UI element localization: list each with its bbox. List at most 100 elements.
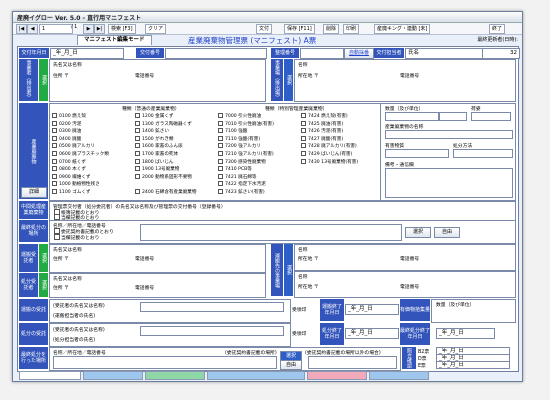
remarks-field[interactable] [385, 168, 513, 198]
harmful-field[interactable] [385, 149, 449, 158]
waste-kind-checkbox[interactable] [135, 158, 140, 164]
ref-number-field[interactable] [300, 48, 344, 59]
e-date-field[interactable]: _年_月_日 [436, 361, 510, 369]
final-place-number-field[interactable] [308, 356, 397, 369]
waste-kind-item[interactable]: 7429 ばいじん(有害) [301, 151, 352, 157]
final-select-button[interactable]: 選択 [405, 227, 431, 238]
first-page-button[interactable]: |◀ [16, 24, 27, 34]
waste-kind-item[interactable]: 0600 廃プラスチック類 [52, 151, 109, 157]
quantity-field[interactable] [385, 112, 439, 121]
waste-kind-item[interactable]: 7428 廃アルカリ(有害) [301, 143, 357, 149]
waste-kind-item[interactable]: 2400 石綿含有産業廃棄物 [135, 189, 197, 195]
this-field-checkbox-2[interactable] [54, 234, 60, 240]
waste-kind-checkbox[interactable] [52, 189, 57, 194]
waste-kind-item[interactable]: 1400 鉱さい [135, 128, 169, 134]
waste-kind-item[interactable]: 7100 強酸 [218, 128, 247, 134]
waste-kind-checkbox[interactable] [135, 128, 140, 134]
waste-kind-item[interactable]: 7200 強アルカリ [218, 143, 261, 149]
waste-kind-item[interactable]: 1700 家畜の死体 [135, 151, 178, 157]
transport-dest-select-button[interactable]: 選択 [284, 244, 293, 296]
waste-kind-checkbox[interactable] [52, 166, 57, 172]
waste-kind-checkbox[interactable] [218, 158, 223, 164]
waste-kind-item[interactable]: 7426 汚泥(有害) [301, 128, 343, 134]
save-button[interactable]: 保存 [F11] [284, 24, 315, 34]
waste-kind-checkbox[interactable] [52, 173, 57, 179]
site-select-button[interactable]: 選択 [284, 59, 293, 101]
waste-kind-item[interactable]: 0800 木くず [52, 166, 86, 172]
issuer-name-field[interactable]: 氏名 [405, 48, 484, 59]
final-place-free-button[interactable]: 自由 [280, 360, 302, 370]
waste-kind-checkbox[interactable] [135, 189, 140, 194]
waste-kind-checkbox[interactable] [301, 135, 306, 141]
waste-kind-checkbox[interactable] [301, 120, 306, 126]
waste-kind-item[interactable]: 1300 ガラス陶磁器くず [135, 120, 192, 127]
waste-kind-item[interactable]: 7430 13号廃棄物(有害) [301, 158, 358, 165]
final-end-field[interactable]: _年_月_日 [436, 328, 495, 339]
waste-kind-checkbox[interactable] [52, 181, 57, 187]
waste-kind-checkbox[interactable] [135, 151, 140, 156]
waste-kind-checkbox[interactable] [218, 128, 223, 134]
waste-kind-item[interactable]: 1100 ゴムくず [52, 189, 91, 195]
waste-kind-checkbox[interactable] [135, 113, 140, 118]
waste-kind-checkbox[interactable] [218, 151, 223, 156]
waste-kind-item[interactable]: 7000 引火性廃油 [218, 113, 261, 119]
disposal-method-field[interactable] [453, 149, 513, 158]
waste-kind-checkbox[interactable] [301, 128, 306, 134]
auto-number-button[interactable]: 自動採番 [344, 48, 374, 59]
transport-select-button[interactable]: 選択 [39, 244, 48, 272]
waste-kind-item[interactable]: 7425 廃油(有害) [301, 120, 343, 127]
transport-receipt-field[interactable] [140, 302, 284, 312]
last-page-button[interactable]: ▶| [94, 24, 105, 34]
shape-field[interactable] [471, 112, 511, 121]
waste-kind-item[interactable]: 1200 金属くず [135, 113, 174, 119]
print-button[interactable]: 印刷 [343, 24, 360, 34]
waste-kind-checkbox[interactable] [135, 173, 140, 179]
waste-kind-checkbox[interactable] [218, 143, 223, 149]
waste-kind-checkbox[interactable] [218, 113, 223, 118]
waste-kind-item[interactable]: 7422 指定下水汚泥 [218, 181, 266, 187]
waste-kind-checkbox[interactable] [301, 158, 306, 164]
waste-kind-item[interactable]: 7421 廃石綿等 [218, 173, 257, 180]
waste-kind-checkbox[interactable] [301, 113, 306, 118]
disposal-receipt-field[interactable] [140, 326, 284, 336]
waste-kind-item[interactable]: 0400 廃酸 [52, 135, 81, 142]
disposal-end-field[interactable]: _年_月_日 [345, 328, 399, 339]
waste-kind-checkbox[interactable] [135, 135, 140, 141]
waste-kind-checkbox[interactable] [52, 135, 57, 141]
waste-kind-checkbox[interactable] [52, 151, 57, 156]
waste-kind-item[interactable]: 1900 13号廃棄物 [135, 166, 179, 172]
waste-detail-button[interactable]: 詳細 [21, 187, 47, 198]
search-button[interactable]: 検索 [F3] [108, 24, 136, 34]
waste-kind-checkbox[interactable] [301, 151, 306, 156]
waste-kind-checkbox[interactable] [52, 158, 57, 164]
waste-kind-checkbox[interactable] [52, 143, 57, 149]
waste-kind-item[interactable]: 7010 引火性廃油(有害) [218, 120, 274, 127]
waste-kind-item[interactable]: 0900 繊維くず [52, 173, 91, 180]
waste-kind-item[interactable]: 1600 家畜のふん尿 [135, 143, 183, 149]
waste-kind-item[interactable]: 0100 燃え殻 [52, 113, 86, 119]
waste-kind-checkbox[interactable] [301, 143, 306, 149]
waste-kind-item[interactable]: 0500 廃アルカリ [52, 143, 95, 149]
waste-kind-item[interactable]: 1500 がれき類 [135, 135, 174, 142]
waste-kind-checkbox[interactable] [218, 166, 223, 172]
attach-button[interactable]: 文付 [256, 24, 273, 34]
final-disposal-field[interactable] [140, 224, 402, 241]
waste-kind-checkbox[interactable] [135, 143, 140, 149]
waste-kind-item[interactable]: 7424 燃え殻(有害) [301, 113, 348, 119]
waste-kind-checkbox[interactable] [52, 113, 57, 118]
prev-page-button[interactable]: ◀ [27, 24, 38, 34]
waste-name-field[interactable] [385, 130, 513, 139]
waste-kind-checkbox[interactable] [218, 135, 223, 141]
waste-kind-checkbox[interactable] [135, 120, 140, 126]
king-link-button[interactable]: 産廃キング・連動 [未] [374, 24, 431, 34]
issue-date-field[interactable]: _年_月_日 [50, 48, 124, 59]
waste-kind-checkbox[interactable] [218, 189, 223, 194]
waste-kind-item[interactable]: 7110 強酸(有害) [218, 135, 260, 142]
tab-edit-mode[interactable]: マニフェスト編集モード [77, 35, 152, 45]
waste-kind-item[interactable]: 0300 廃油 [52, 128, 81, 134]
waste-kind-item[interactable]: 7410 PCB等 [218, 166, 252, 172]
generator-select-button[interactable]: 選択 [39, 59, 48, 101]
exit-button[interactable]: 終了 [489, 24, 506, 34]
transport-end-field[interactable]: _年_月_日 [345, 304, 399, 315]
clear-button[interactable]: クリア [145, 24, 167, 34]
